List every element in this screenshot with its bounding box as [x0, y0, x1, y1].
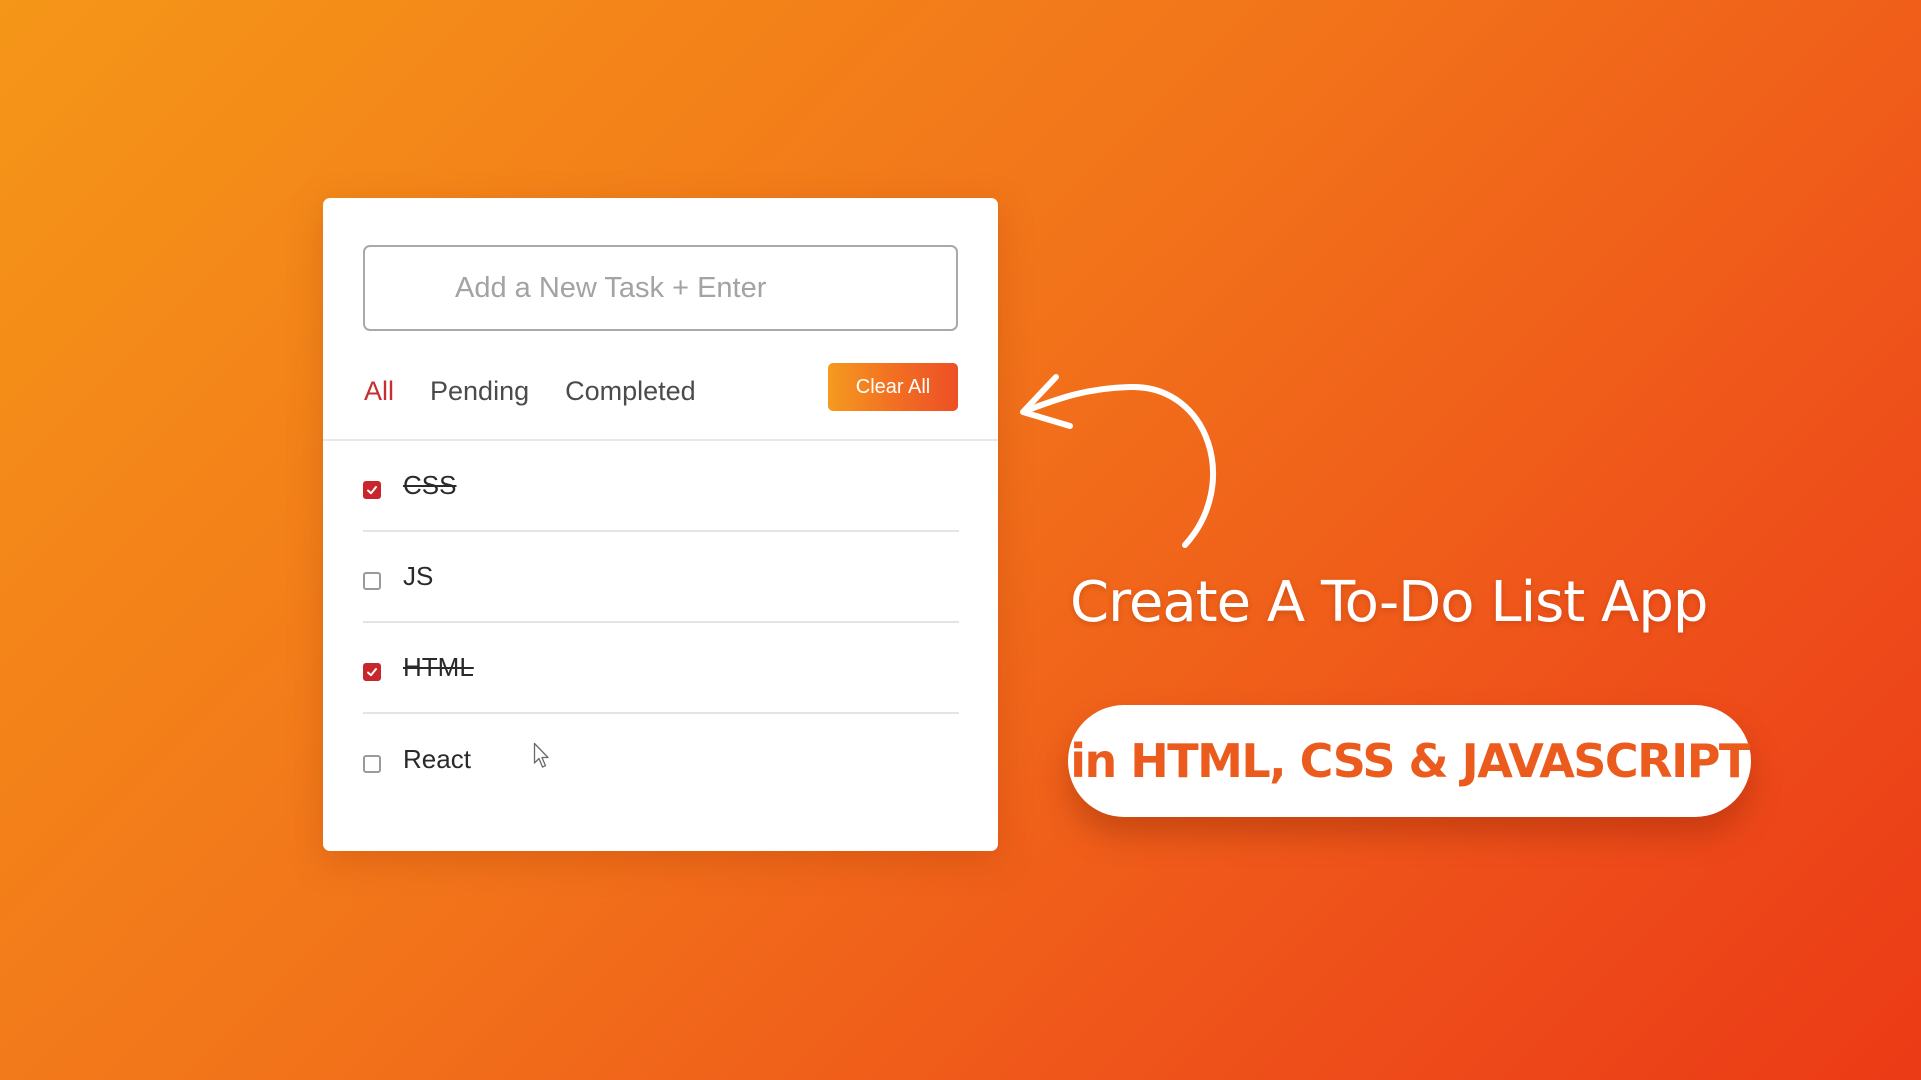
filter-all[interactable]: All: [364, 376, 394, 407]
task-item: HTML: [363, 623, 959, 714]
task-checkbox[interactable]: [363, 480, 381, 499]
tech-pill-text: in HTML, CSS & JAVASCRIPT: [1070, 734, 1750, 788]
check-icon: [367, 485, 377, 494]
task-label: CSS: [403, 470, 457, 500]
curved-arrow-icon: [1020, 374, 1217, 548]
check-icon: [367, 667, 377, 676]
task-list: CSS JS HTML React: [363, 441, 959, 805]
task-label: JS: [403, 561, 434, 591]
tech-pill: in HTML, CSS & JAVASCRIPT: [1068, 705, 1751, 817]
task-item: CSS: [363, 441, 959, 532]
new-task-input[interactable]: [363, 245, 958, 331]
task-item: React: [363, 714, 959, 805]
task-label: HTML: [403, 652, 474, 682]
filter-tabs: All Pending Completed: [364, 366, 696, 416]
mouse-pointer-icon: [533, 742, 549, 768]
task-checkbox[interactable]: [363, 662, 381, 681]
task-checkbox[interactable]: [363, 754, 381, 773]
filter-completed[interactable]: Completed: [565, 376, 696, 407]
task-item: JS: [363, 532, 959, 623]
clear-all-button[interactable]: Clear All: [828, 363, 958, 411]
task-label: React: [403, 744, 471, 774]
headline: Create A To-Do List App: [1070, 570, 1708, 635]
filter-pending[interactable]: Pending: [430, 376, 529, 407]
task-checkbox[interactable]: [363, 571, 381, 590]
todo-card: All Pending Completed Clear All CSS JS H…: [323, 198, 998, 851]
